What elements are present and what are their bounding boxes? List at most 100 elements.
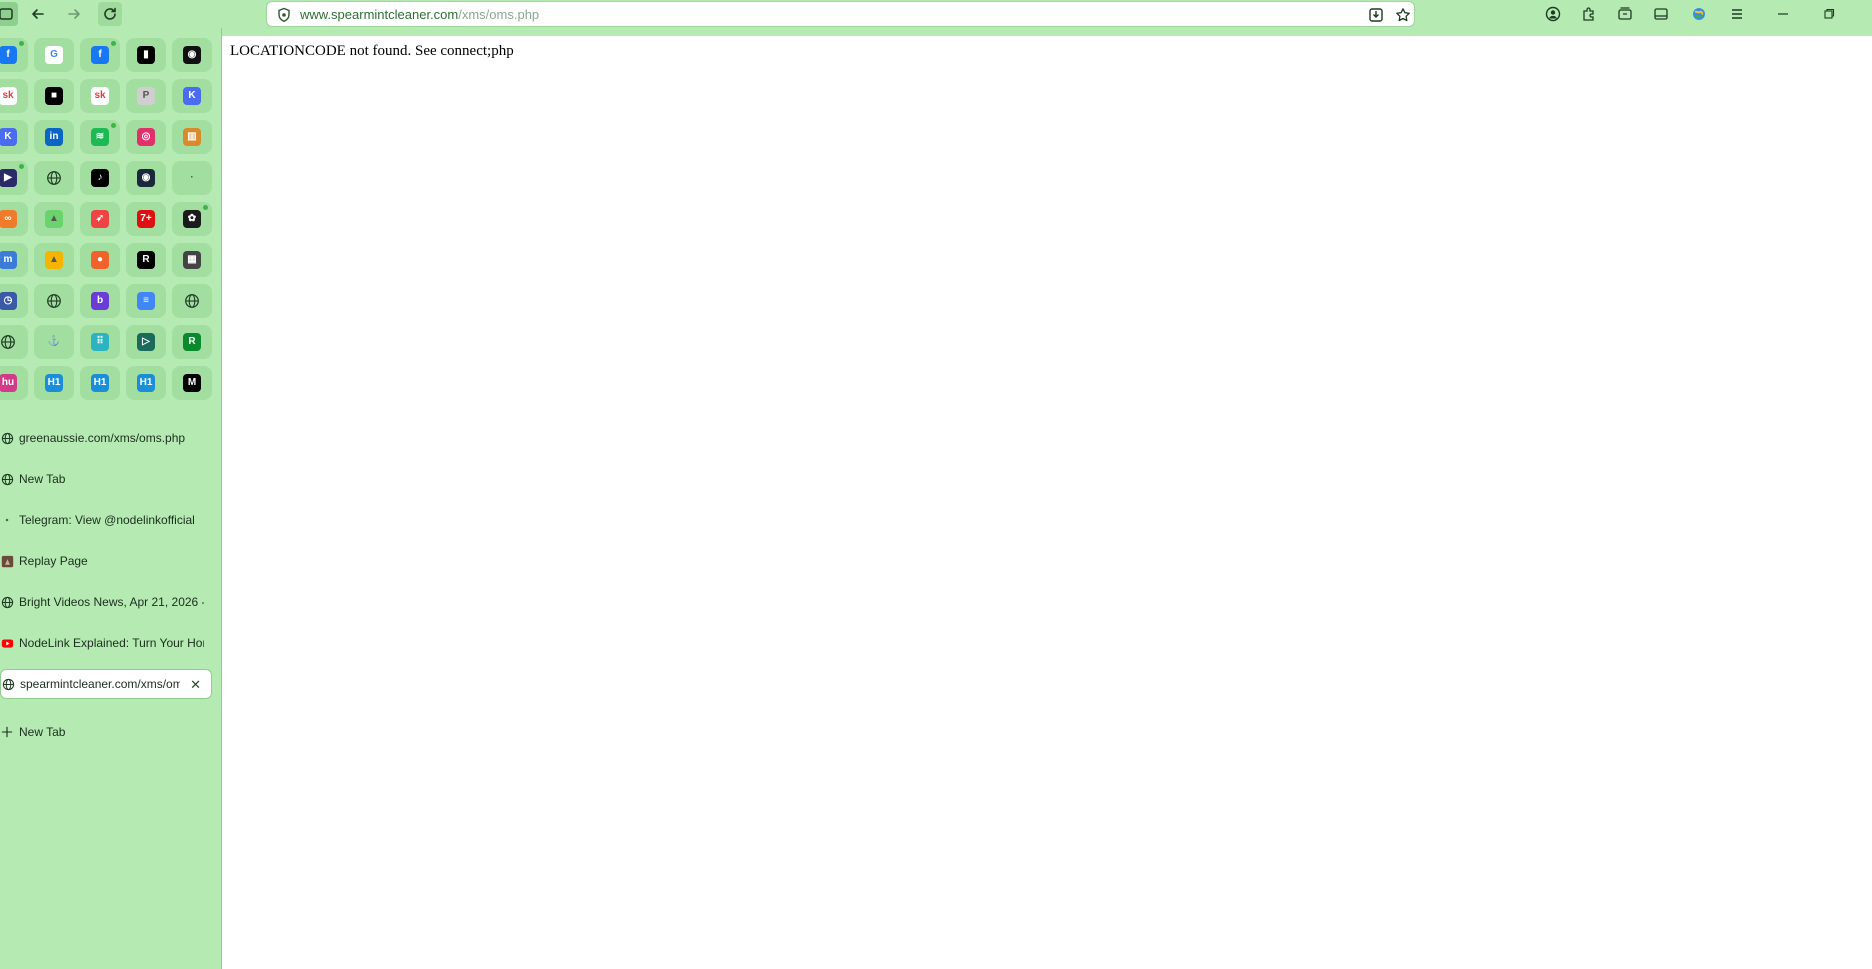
pinned-tab[interactable]: ▲ bbox=[34, 243, 74, 277]
pinned-tab[interactable]: ◉ bbox=[172, 38, 212, 72]
tab-item[interactable]: New Tab bbox=[0, 464, 212, 494]
page-message: LOCATIONCODE not found. See connect;php bbox=[230, 43, 514, 59]
h1-icon: H1 bbox=[137, 374, 155, 392]
address-bar[interactable]: www.spearmintcleaner.com/xms/oms.php bbox=[266, 1, 1415, 27]
tab-item[interactable]: NodeLink Explained: Turn Your Hom bbox=[0, 628, 212, 658]
tab-label: New Tab bbox=[19, 472, 66, 486]
pinned-tab[interactable]: m bbox=[0, 243, 28, 277]
pinned-tab[interactable]: R bbox=[126, 243, 166, 277]
globe-icon bbox=[45, 292, 63, 310]
pinned-tab[interactable]: · bbox=[172, 161, 212, 195]
reload-button[interactable] bbox=[98, 2, 122, 26]
pinned-tab[interactable]: ● bbox=[80, 243, 120, 277]
restore-button[interactable] bbox=[1818, 3, 1840, 25]
pinned-tab[interactable]: ■ bbox=[34, 79, 74, 113]
pinned-tab[interactable]: hu bbox=[0, 366, 28, 400]
notification-dot bbox=[19, 164, 24, 169]
globe-icon bbox=[0, 431, 14, 445]
pinned-tab[interactable] bbox=[172, 284, 212, 318]
pinned-tab[interactable]: b bbox=[80, 284, 120, 318]
pinned-tab[interactable]: H1 bbox=[34, 366, 74, 400]
pinned-tab[interactable]: M bbox=[172, 366, 212, 400]
pinned-tab[interactable]: f bbox=[0, 38, 28, 72]
tablet-icon bbox=[1654, 8, 1668, 20]
shield-icon[interactable] bbox=[275, 6, 293, 24]
minimize-button[interactable] bbox=[1772, 3, 1794, 25]
pinned-tab[interactable]: ◎ bbox=[126, 120, 166, 154]
collections-button[interactable] bbox=[1614, 3, 1636, 25]
pinned-tab[interactable]: K bbox=[0, 120, 28, 154]
pinned-tab[interactable]: in bbox=[34, 120, 74, 154]
globe-icon bbox=[0, 472, 14, 486]
openai-icon: ✿ bbox=[183, 210, 201, 228]
pinned-tab[interactable]: P bbox=[126, 79, 166, 113]
globe-icon bbox=[1, 677, 15, 691]
pinned-tab[interactable] bbox=[0, 325, 28, 359]
play-icon: ▶ bbox=[0, 169, 17, 187]
notification-dot bbox=[111, 41, 116, 46]
tab-item[interactable]: Telegram: View @nodelinkofficial bbox=[0, 505, 212, 535]
tiktok-icon: ♪ bbox=[91, 169, 109, 187]
pinned-tab[interactable]: ▶ bbox=[0, 161, 28, 195]
menu-button[interactable] bbox=[1726, 3, 1748, 25]
pinned-tab[interactable]: ▷ bbox=[126, 325, 166, 359]
pinned-tab[interactable]: G bbox=[34, 38, 74, 72]
pinned-tab[interactable]: ◉ bbox=[126, 161, 166, 195]
sk-icon: sk bbox=[0, 87, 17, 105]
tab-item[interactable]: Bright Videos News, Apr 21, 2026 - bbox=[0, 587, 212, 617]
account-button[interactable] bbox=[1542, 3, 1564, 25]
medium-icon: M bbox=[183, 374, 201, 392]
back-button[interactable] bbox=[26, 2, 50, 26]
bookmark-star-icon[interactable] bbox=[1393, 5, 1413, 25]
pinned-tab[interactable]: ➶ bbox=[80, 202, 120, 236]
pinned-tab[interactable]: R bbox=[172, 325, 212, 359]
sk-icon: sk bbox=[91, 87, 109, 105]
pinned-tab[interactable] bbox=[34, 284, 74, 318]
pinned-tab[interactable]: ✿ bbox=[172, 202, 212, 236]
pinned-tab[interactable]: ♪ bbox=[80, 161, 120, 195]
pinned-tab[interactable]: ∞ bbox=[0, 202, 28, 236]
pinned-tab[interactable]: ≡ bbox=[126, 284, 166, 318]
reader-view-button[interactable] bbox=[1650, 3, 1672, 25]
pinned-tab[interactable]: ▥ bbox=[172, 120, 212, 154]
play-circle-icon: ▷ bbox=[137, 333, 155, 351]
pinned-tab[interactable]: H1 bbox=[80, 366, 120, 400]
app-icon: ◉ bbox=[137, 169, 155, 187]
globe-icon bbox=[183, 292, 201, 310]
pinned-tab[interactable]: f bbox=[80, 38, 120, 72]
pinned-tab[interactable]: sk bbox=[80, 79, 120, 113]
tab-item[interactable]: greenaussie.com/xms/oms.php bbox=[0, 423, 212, 453]
pinned-tab[interactable]: 7+ bbox=[126, 202, 166, 236]
seven-plus-icon: 7+ bbox=[137, 210, 155, 228]
pinned-tab[interactable]: K bbox=[172, 79, 212, 113]
cursor-icon: ➶ bbox=[91, 210, 109, 228]
pinned-tab[interactable]: ◷ bbox=[0, 284, 28, 318]
pinned-tab[interactable]: ▦ bbox=[172, 243, 212, 277]
pinned-tab[interactable]: ⠿ bbox=[80, 325, 120, 359]
dot-icon: · bbox=[190, 172, 194, 183]
tab-item[interactable]: Replay Page bbox=[0, 546, 212, 576]
h1-icon: H1 bbox=[91, 374, 109, 392]
extensions-button[interactable] bbox=[1578, 3, 1600, 25]
puzzle-icon bbox=[1583, 7, 1594, 21]
browser-toolbar: www.spearmintcleaner.com/xms/oms.php bbox=[0, 0, 1872, 28]
new-tab-button[interactable]: New Tab bbox=[0, 717, 212, 747]
download-icon[interactable] bbox=[1366, 5, 1386, 25]
sidebar-toggle-button[interactable] bbox=[0, 2, 18, 26]
pinned-tab[interactable] bbox=[34, 161, 74, 195]
pinned-tab[interactable]: ▮ bbox=[126, 38, 166, 72]
telegram-icon bbox=[0, 513, 14, 527]
extension-globe-button[interactable] bbox=[1688, 3, 1710, 25]
close-tab-icon[interactable]: ✕ bbox=[190, 677, 201, 693]
pinned-tab[interactable]: ⚓ bbox=[34, 325, 74, 359]
pinned-tab[interactable]: ≋ bbox=[80, 120, 120, 154]
app-icon: ▲ bbox=[45, 210, 63, 228]
url-text[interactable]: www.spearmintcleaner.com/xms/oms.php bbox=[300, 7, 539, 23]
pinned-tab[interactable]: ▲ bbox=[34, 202, 74, 236]
tab-active[interactable]: spearmintcleaner.com/xms/oms.php ✕ bbox=[0, 669, 212, 699]
pinned-tab[interactable]: sk bbox=[0, 79, 28, 113]
pinned-tab[interactable]: H1 bbox=[126, 366, 166, 400]
tab-label: Telegram: View @nodelinkofficial bbox=[19, 513, 195, 527]
url-host: www.spearmintcleaner.com bbox=[300, 7, 459, 22]
forward-button[interactable] bbox=[62, 2, 86, 26]
